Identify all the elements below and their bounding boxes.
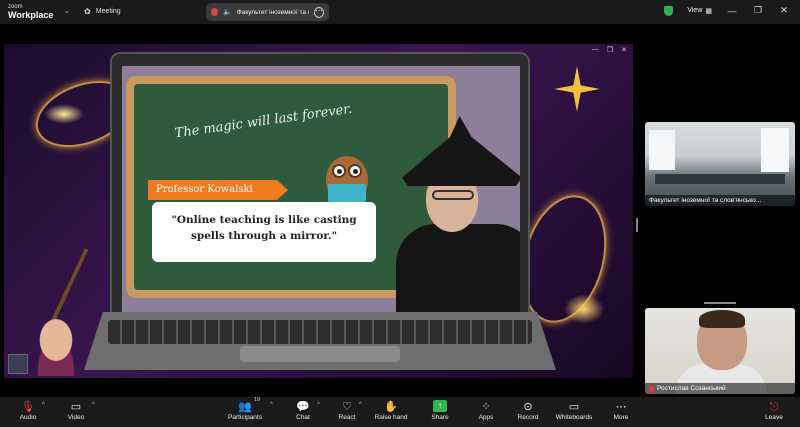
react-button[interactable]: ♡ React [322, 400, 372, 421]
room-window [649, 130, 675, 170]
view-button[interactable]: View ▦ [687, 7, 712, 15]
laptop-trackpad [240, 346, 400, 362]
participant-name: Ростислав Созанський [657, 385, 726, 392]
share-title: Факультет іноземної та сло [236, 8, 309, 16]
share-button[interactable]: ↑ Share [415, 400, 465, 421]
more-label: More [613, 414, 629, 421]
participant-panel: Факультет іноземної та слов'янсько... Ро… [640, 24, 800, 397]
paw-icon: ✿ [84, 7, 91, 16]
panel-resize-handle[interactable] [636, 218, 638, 232]
whiteboards-button[interactable]: ▭ Whiteboards [549, 400, 599, 421]
close-icon[interactable]: ✕ [778, 5, 790, 16]
sparkle [564, 294, 604, 324]
panel-divider[interactable] [704, 302, 736, 304]
audio-label: Audio [19, 414, 37, 421]
raise-hand-label: Raise hand [374, 414, 408, 421]
zoom-window: zoom Workplace ⌄ ✿ Meeting 🔈 Факультет і… [0, 0, 800, 427]
share-window-controls: — ❐ ✕ [592, 46, 627, 54]
more-dots-icon[interactable]: ⋯ [314, 6, 324, 18]
room-window [761, 128, 789, 172]
more-button[interactable]: ⋯ More [596, 400, 646, 421]
window-controls: View ▦ — ❐ ✕ [664, 5, 790, 16]
chat-icon: 💬 [296, 401, 310, 413]
share-label: Share [431, 414, 449, 421]
audio-button[interactable]: 🎙 Audio [3, 400, 53, 421]
people-icon: 👥 [238, 401, 252, 413]
chevron-up-icon[interactable]: ^ [42, 402, 45, 408]
grid-icon: ▦ [705, 7, 712, 15]
participant-name-label: Ростислав Созанський [645, 383, 795, 394]
meeting-toolbar: 🎙 Audio ^ ▭ Video ^ 👥 Participants 19 ^ … [0, 397, 800, 427]
chat-button[interactable]: 💬 Chat [278, 400, 328, 421]
chat-label: Chat [296, 414, 310, 421]
logo-bottom: Workplace [8, 10, 54, 20]
heart-icon: ♡ [342, 401, 352, 413]
whiteboards-label: Whiteboards [555, 414, 593, 421]
minimize-icon[interactable]: — [726, 6, 738, 16]
more-dots-icon: ⋯ [615, 401, 627, 413]
maximize-icon[interactable]: ❐ [607, 46, 613, 54]
chevron-up-icon[interactable]: ^ [270, 402, 273, 408]
minimize-icon[interactable]: — [592, 46, 599, 54]
participants-button[interactable]: 👥 Participants [220, 400, 270, 421]
laptop-keyboard [108, 320, 532, 344]
participant-hair [699, 310, 745, 328]
participant-tile[interactable]: Ростислав Созанський [645, 308, 795, 394]
sharing-indicator[interactable]: 🔈 Факультет іноземної та сло ⋯ [206, 3, 329, 21]
star-icon [554, 66, 600, 112]
laptop-screen: The magic will last forever. Professor K… [110, 52, 530, 322]
title-bar: zoom Workplace ⌄ ✿ Meeting 🔈 Факультет і… [0, 0, 800, 24]
apps-icon: ⁘ [481, 401, 491, 413]
leave-label: Leave [765, 414, 783, 421]
chevron-up-icon[interactable]: ^ [317, 402, 320, 408]
meeting-label: Meeting [95, 8, 121, 15]
speaker-icon: 🔈 [223, 9, 232, 16]
slide-tagline: The magic will last forever. [173, 101, 354, 142]
sparkle [44, 104, 84, 124]
record-label: Record [517, 414, 539, 421]
apps-label: Apps [478, 414, 494, 421]
participants-label: Participants [228, 414, 262, 421]
participant-tile[interactable]: Факультет іноземної та слов'янсько... [645, 122, 795, 206]
quote-card: "Online teaching is like casting spells … [152, 202, 376, 262]
self-view-thumbnail[interactable] [8, 354, 28, 374]
room-table [655, 174, 785, 184]
video-label: Video [67, 414, 85, 421]
camera-icon: ▭ [70, 401, 82, 413]
maximize-icon[interactable]: ❐ [752, 5, 764, 16]
owl-icon [320, 150, 374, 206]
chevron-down-icon[interactable]: ⌄ [64, 7, 70, 15]
close-icon[interactable]: ✕ [621, 46, 627, 54]
participant-name-label: Факультет іноземної та слов'янсько... [645, 195, 795, 206]
leave-button[interactable]: ⎋ Leave [749, 400, 799, 421]
meeting-tab[interactable]: ✿ Meeting [84, 7, 121, 16]
participants-count: 19 [254, 397, 261, 403]
record-button[interactable]: ⊙ Record [503, 400, 553, 421]
mic-muted-icon [649, 385, 654, 392]
view-label: View [687, 7, 703, 14]
participant-name: Факультет іноземної та слов'янсько... [649, 197, 762, 204]
react-label: React [338, 414, 356, 421]
record-icon: ⊙ [523, 401, 533, 413]
raise-hand-button[interactable]: ✋ Raise hand [366, 400, 416, 421]
chevron-up-icon[interactable]: ^ [92, 402, 95, 408]
leave-icon: ⎋ [769, 401, 779, 413]
professor-tab: Professor Kowalski [148, 180, 288, 200]
whiteboard-icon: ▭ [568, 401, 580, 413]
quote-text: "Online teaching is like casting spells … [171, 214, 357, 242]
share-stop-icon[interactable] [211, 8, 219, 16]
hand-illustration [28, 316, 84, 376]
share-arrow-icon: ↑ [433, 400, 447, 412]
professor-name: Professor Kowalski [156, 184, 253, 195]
shared-screen: The magic will last forever. Professor K… [4, 44, 633, 378]
chevron-up-icon[interactable]: ^ [359, 402, 362, 408]
app-logo[interactable]: zoom Workplace [8, 3, 54, 20]
witch-figure [392, 106, 520, 314]
slide: The magic will last forever. Professor K… [122, 66, 520, 314]
mic-muted-icon: 🎙 [21, 401, 35, 413]
hand-icon: ✋ [384, 401, 398, 413]
shield-icon[interactable] [664, 5, 674, 16]
